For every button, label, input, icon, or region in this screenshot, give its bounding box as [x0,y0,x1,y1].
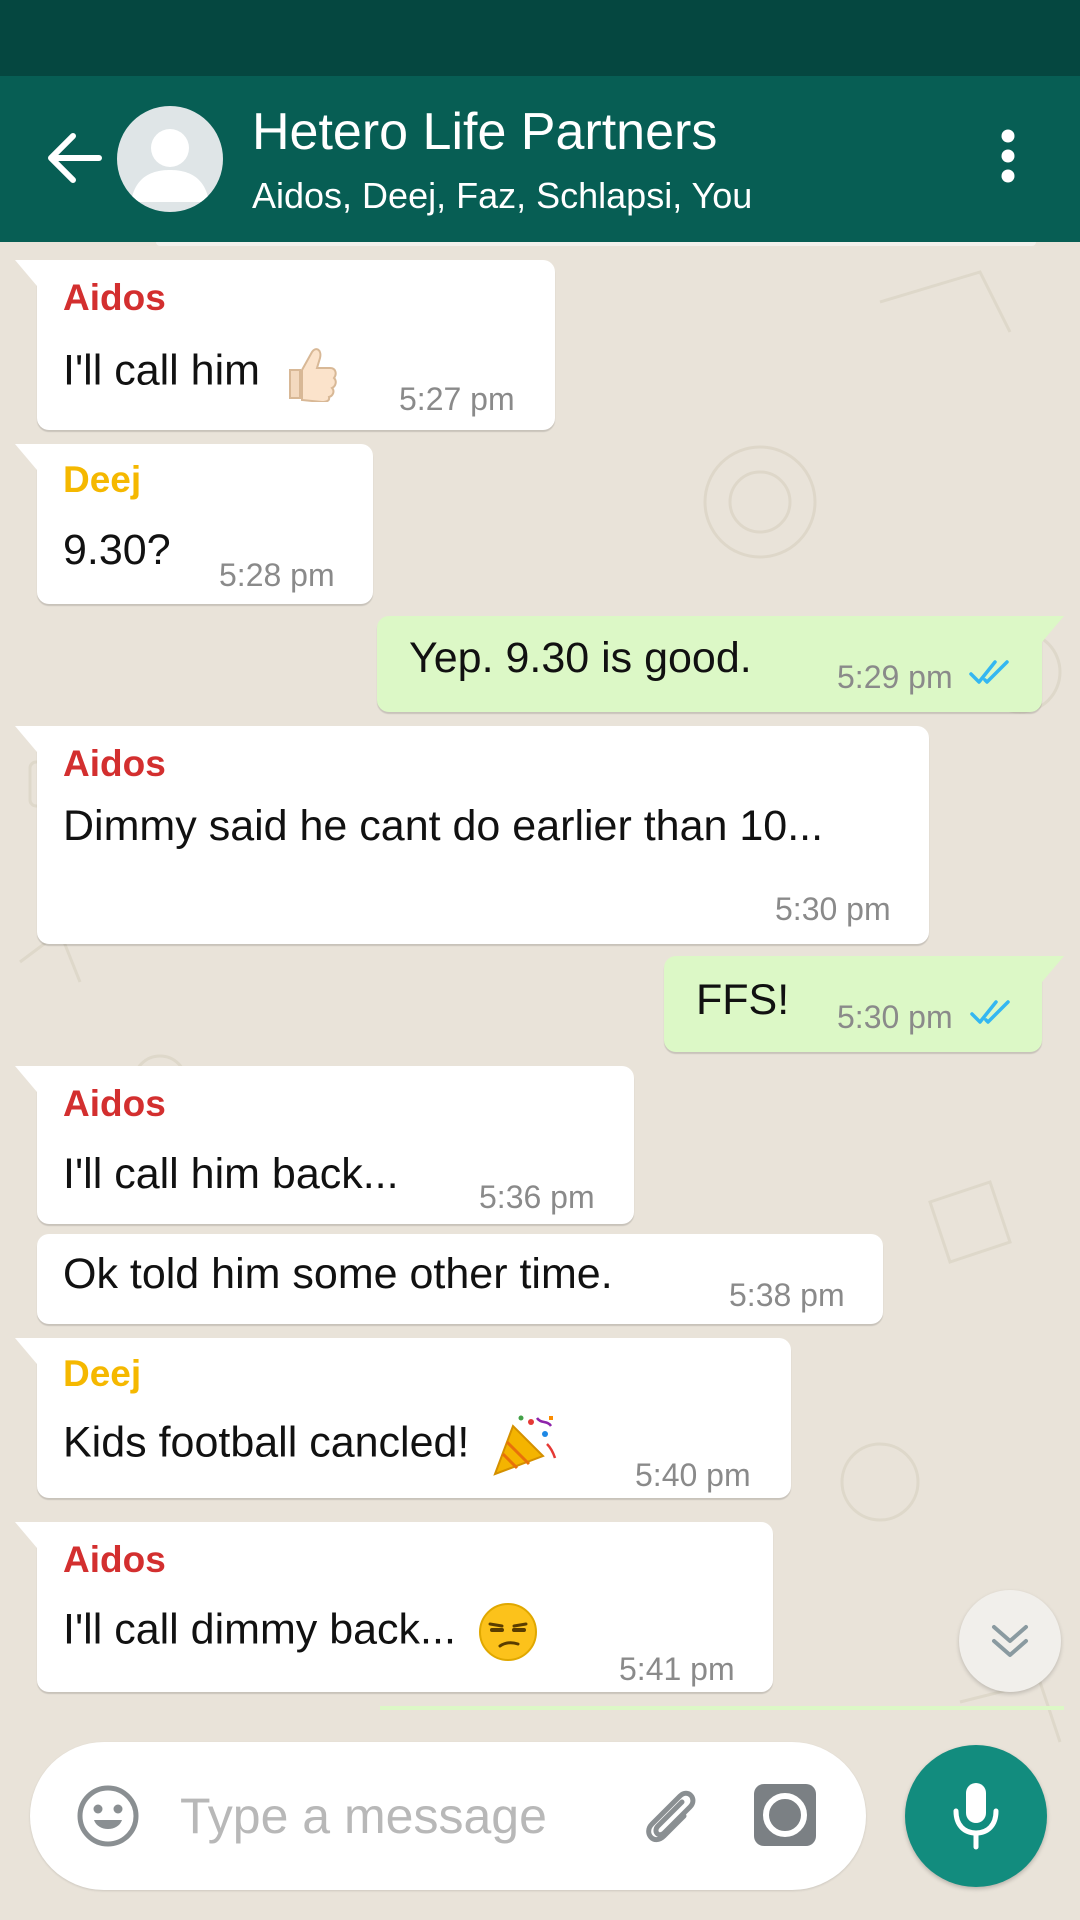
message-text: Kids football cancled! [63,1412,557,1478]
message-text: Dimmy said he cant do earlier than 10... [63,802,824,850]
chat-header: Hetero Life Partners Aidos, Deej, Faz, S… [0,76,1080,242]
scroll-to-bottom-button[interactable] [959,1590,1061,1692]
bubble-tail [15,1522,37,1548]
arrow-left-icon [48,133,102,183]
message-bubble[interactable]: Aidos I'll call him back... 5:36 pm [15,1066,634,1224]
message-time: 5:27 pm [399,381,515,417]
chat-participants[interactable]: Aidos, Deej, Faz, Schlapsi, You [252,174,752,218]
thumbs-up-icon [288,348,337,402]
bubble-tail [15,260,37,286]
next-message-edge [380,1706,1064,1710]
camera-icon [754,1784,816,1846]
sender-name: Aidos [63,1083,166,1124]
sender-name: Deej [63,459,142,500]
message-time: 5:30 pm [775,891,891,927]
group-avatar[interactable] [117,106,223,212]
microphone-button[interactable] [905,1745,1047,1887]
message-composer [30,1742,866,1890]
bubble-tail [1042,956,1064,982]
message-time: 5:36 pm [479,1179,595,1215]
more-options-button[interactable] [980,116,1036,196]
message-bubble[interactable]: Aidos Dimmy said he cant do earlier than… [15,726,929,944]
chat-title[interactable]: Hetero Life Partners [252,102,717,162]
message-time: 5:41 pm [619,1651,735,1687]
read-ticks-icon [970,1000,1010,1024]
bubble-tail [15,1066,37,1092]
message-text-content: I'll call dimmy back... [63,1605,456,1654]
read-ticks-icon [969,660,1009,684]
sender-name: Deej [63,1353,142,1394]
message-text: FFS! [696,976,790,1024]
message-time: 5:40 pm [635,1457,751,1493]
message-text: Ok told him some other time. [63,1250,613,1298]
sender-name: Aidos [63,1539,166,1580]
previous-message-edge [156,242,1036,246]
message-time: 5:29 pm [837,659,953,695]
bubble-tail [1042,616,1064,642]
message-text: I'll call dimmy back... [63,1602,538,1662]
message-list[interactable]: Aidos I'll call him 5:27 pm Deej 9.30? 5… [0,242,1080,1920]
camera-button[interactable] [752,1782,818,1848]
sender-name: Aidos [63,743,166,784]
smiley-icon[interactable] [76,1784,140,1848]
message-bubble-outgoing[interactable]: FFS! 5:30 pm [664,956,1064,1052]
bubble-tail [15,726,37,752]
double-chevron-down-icon [992,1625,1028,1657]
unamused-face-icon [478,1603,537,1661]
message-text: 9.30? [63,526,171,574]
paperclip-icon[interactable] [634,1782,704,1852]
status-bar [0,0,1080,76]
more-vertical-icon [1001,129,1015,183]
message-bubble[interactable]: Deej 9.30? 5:28 pm [15,444,373,604]
back-button[interactable] [36,124,112,192]
group-avatar-icon [131,129,209,202]
message-bubble[interactable]: Ok told him some other time. 5:38 pm [37,1234,883,1324]
microphone-icon [953,1783,999,1850]
party-popper-icon [493,1415,557,1476]
message-time: 5:38 pm [729,1277,845,1313]
message-time: 5:28 pm [219,557,335,593]
message-bubble[interactable]: Aidos I'll call dimmy back... 5:41 pm [15,1522,773,1692]
message-text: I'll call him [63,344,338,402]
message-bubble[interactable]: Deej Kids football cancled! 5:40 pm [15,1338,791,1498]
message-text: Yep. 9.30 is good. [409,634,752,682]
message-bubble[interactable]: Aidos I'll call him 5:27 pm [15,260,555,430]
message-text: I'll call him back... [63,1150,399,1198]
sender-name: Aidos [63,277,166,318]
message-time: 5:30 pm [837,999,953,1035]
bubble-tail [15,1338,37,1364]
message-input[interactable] [180,1778,620,1854]
message-bubble-outgoing[interactable]: Yep. 9.30 is good. 5:29 pm [377,616,1064,712]
message-text-content: I'll call him [63,346,260,395]
message-text-content: Kids football cancled! [63,1418,470,1467]
bubble-tail [15,444,37,470]
